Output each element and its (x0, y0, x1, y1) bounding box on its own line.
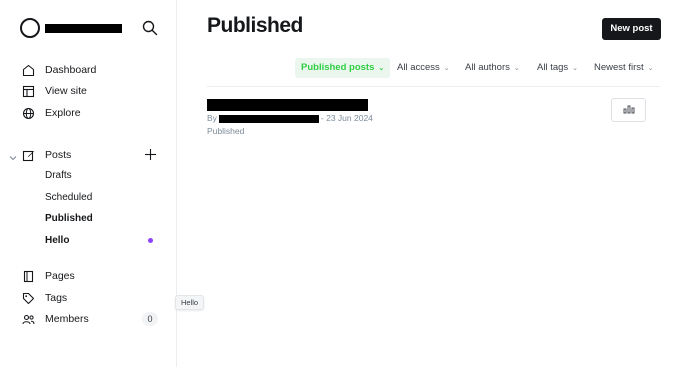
post-title-redacted[interactable] (207, 99, 368, 111)
filter-access-label: All access (397, 62, 440, 73)
nav-tags[interactable]: Tags (21, 289, 67, 307)
new-post-button[interactable]: New post (602, 18, 661, 40)
post-analytics-button[interactable] (611, 98, 646, 122)
nav-members[interactable]: Members (21, 310, 89, 328)
search-icon[interactable] (142, 20, 158, 36)
filter-authors[interactable]: All authors ⌄ (465, 58, 520, 78)
unread-dot (148, 238, 153, 243)
chevron-down-icon: ⌄ (513, 65, 520, 72)
filter-authors-label: All authors (465, 62, 510, 73)
globe-icon (21, 106, 35, 120)
nav-members-label: Members (45, 313, 89, 325)
nav-dashboard-label: Dashboard (45, 64, 97, 76)
filter-tags[interactable]: All tags ⌄ (537, 58, 578, 78)
post-meta: By - 23 Jun 2024 (207, 112, 373, 124)
chevron-down-icon[interactable] (8, 150, 18, 161)
nav-pages-label: Pages (45, 270, 75, 282)
tooltip: Hello (175, 295, 205, 310)
filter-sort-label: Newest first (594, 62, 644, 73)
add-post-icon[interactable] (144, 148, 157, 161)
pages-icon (21, 269, 35, 283)
post-meta-prefix: By (207, 113, 217, 123)
filter-tags-label: All tags (537, 62, 569, 73)
site-logo-icon (20, 18, 40, 38)
site-brand[interactable] (20, 18, 122, 38)
tag-icon (21, 291, 35, 305)
sidebar-item-drafts[interactable]: Drafts (45, 167, 72, 185)
nav-posts[interactable]: Posts (21, 146, 71, 164)
nav-explore[interactable]: Explore (21, 104, 81, 122)
nav-pages[interactable]: Pages (21, 267, 75, 285)
post-author-redacted (218, 114, 319, 123)
chevron-down-icon: ⌄ (378, 65, 385, 72)
bar-chart-icon (623, 101, 635, 119)
layout-icon (21, 84, 35, 98)
edit-icon (21, 148, 35, 162)
sidebar-item-scheduled[interactable]: Scheduled (45, 189, 92, 207)
chevron-down-icon: ⌄ (443, 65, 450, 72)
nav-tags-label: Tags (45, 292, 68, 304)
nav-explore-label: Explore (45, 107, 81, 119)
post-date: - 23 Jun 2024 (320, 113, 373, 123)
chevron-down-icon: ⌄ (647, 65, 654, 72)
site-name-redacted (45, 24, 122, 33)
list-divider (207, 86, 660, 87)
filter-access[interactable]: All access ⌄ (397, 58, 450, 78)
nav-dashboard[interactable]: Dashboard (21, 61, 96, 79)
nav-view-site-label: View site (45, 85, 87, 97)
filter-type[interactable]: Published posts ⌄ (295, 58, 391, 78)
sidebar-item-published[interactable]: Published (45, 210, 93, 228)
sidebar-item-hello[interactable]: Hello (45, 232, 69, 250)
sidebar: Dashboard View site Explore Posts Drafts… (0, 0, 177, 367)
nav-posts-label: Posts (45, 149, 72, 161)
chevron-down-icon: ⌄ (572, 65, 579, 72)
filter-sort[interactable]: Newest first ⌄ (594, 58, 654, 78)
post-status: Published (207, 126, 245, 136)
nav-view-site[interactable]: View site (21, 82, 87, 100)
page-title: Published (207, 14, 303, 37)
members-count-badge: 0 (142, 312, 158, 326)
members-icon (21, 312, 35, 326)
home-icon (21, 63, 35, 77)
filter-type-label: Published posts (301, 62, 375, 73)
